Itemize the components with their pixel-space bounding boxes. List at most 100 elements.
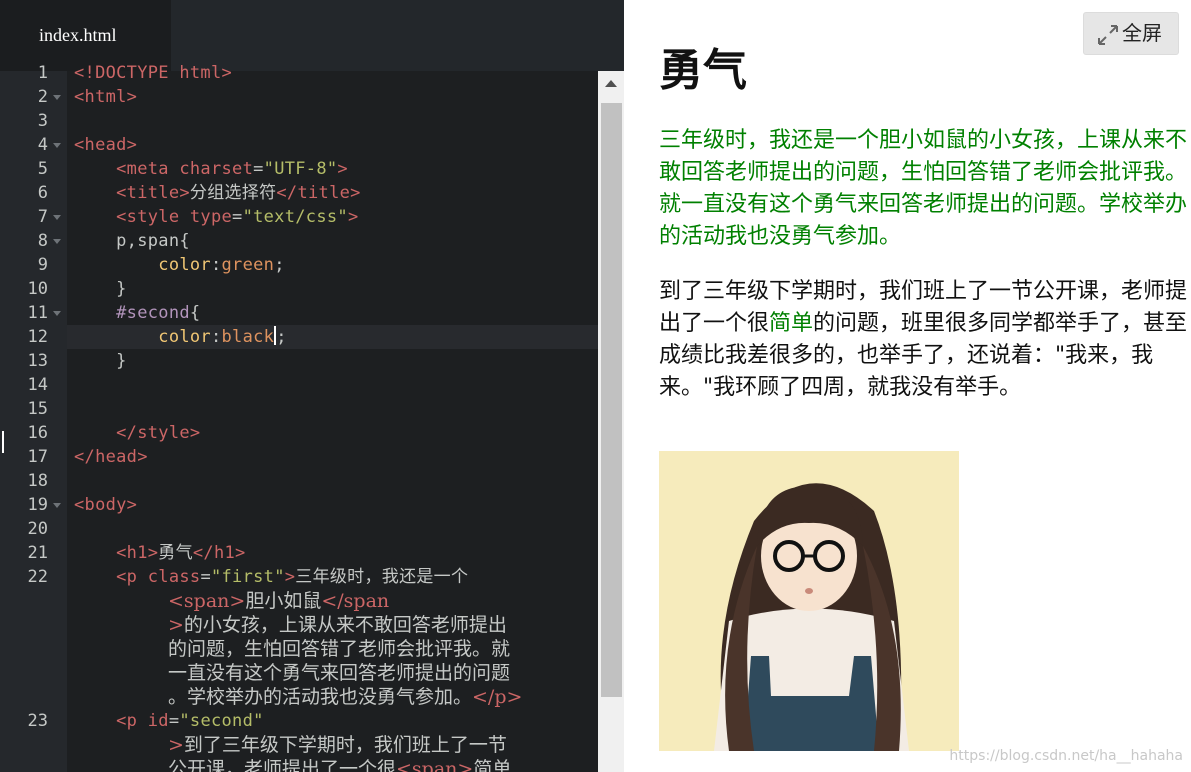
- code-token: color: [158, 255, 211, 275]
- code-token: <meta: [116, 159, 180, 179]
- line-number: 16: [27, 423, 48, 443]
- code-token: </head>: [74, 447, 148, 467]
- code-token: >: [168, 614, 184, 636]
- code-token: </title>: [276, 183, 361, 203]
- fold-arrow-icon[interactable]: [53, 95, 61, 100]
- code-token: "UTF-8": [263, 159, 338, 179]
- code-line[interactable]: 7 <style type="text/css">: [0, 205, 598, 229]
- code-token: "second": [179, 711, 264, 731]
- code-line[interactable]: 5 <meta charset="UTF-8">: [0, 157, 598, 181]
- code-line[interactable]: 13 }: [0, 349, 598, 373]
- fullscreen-button[interactable]: 全屏: [1083, 12, 1179, 55]
- code-token: {: [189, 303, 201, 323]
- line-number: 12: [27, 327, 48, 347]
- fold-arrow-icon[interactable]: [53, 311, 61, 316]
- code-token: <!DOCTYPE html>: [74, 63, 233, 83]
- code-text: 。学校举办的活动我也没勇气参加。</p>: [168, 685, 522, 709]
- fold-arrow-icon[interactable]: [53, 143, 61, 148]
- code-editor[interactable]: index.html 1 <!DOCTYPE html> 2 <html> 3 4 <hea…: [0, 0, 624, 772]
- code-line[interactable]: 8 p,span{: [0, 229, 598, 253]
- code-line[interactable]: 19 <body>: [0, 493, 598, 517]
- code-line[interactable]: 18: [0, 469, 598, 493]
- code-token: <span>: [396, 758, 474, 772]
- code-text: color:green;: [74, 253, 285, 277]
- code-line[interactable]: 10 }: [0, 277, 598, 301]
- code-token: >: [337, 159, 348, 179]
- code-token: :: [210, 327, 222, 347]
- code-line[interactable]: 9 color:green;: [0, 253, 598, 277]
- code-line[interactable]: 2 <html>: [0, 85, 598, 109]
- code-line[interactable]: 4 <head>: [0, 133, 598, 157]
- scroll-up-arrow-icon[interactable]: [605, 80, 617, 87]
- code-line[interactable]: 14: [0, 373, 598, 397]
- code-line[interactable]: 的问题，生怕回答错了老师会批评我。就: [0, 637, 598, 661]
- code-line[interactable]: 12 color:black;: [0, 325, 598, 349]
- code-line[interactable]: 15: [0, 397, 598, 421]
- code-line[interactable]: 21 <h1>勇气</h1>: [0, 541, 598, 565]
- code-token: =: [200, 567, 211, 587]
- code-token: 的小女孩，上课从来不敢回答老师提出: [183, 614, 507, 636]
- code-token: <head>: [74, 135, 138, 155]
- fullscreen-label: 全屏: [1122, 21, 1162, 45]
- code-token: </span: [321, 590, 390, 612]
- line-number: 20: [27, 519, 48, 539]
- code-line[interactable]: 6 <title>分组选择符</title>: [0, 181, 598, 205]
- code-area[interactable]: 1 <!DOCTYPE html> 2 <html> 3 4 <head> 5 <meta c…: [0, 61, 598, 772]
- code-token: black: [221, 327, 275, 347]
- code-line[interactable]: 22 <p class="first">三年级时，我还是一个: [0, 565, 598, 589]
- editor-scrollbar[interactable]: [598, 71, 624, 772]
- watermark-text: https://blog.csdn.net/ha__hahaha: [949, 748, 1183, 764]
- code-text: <!DOCTYPE html>: [74, 61, 232, 85]
- code-text: 一直没有这个勇气来回答老师提出的问题: [168, 661, 510, 685]
- fold-arrow-icon[interactable]: [53, 503, 61, 508]
- code-token: "first": [210, 567, 285, 587]
- fold-arrow-icon[interactable]: [53, 215, 61, 220]
- code-token: class: [147, 567, 201, 587]
- code-token: <span>: [168, 590, 246, 612]
- code-token: 勇气: [158, 543, 193, 563]
- code-token: :: [210, 255, 222, 275]
- code-line[interactable]: <span>胆小如鼠</span: [0, 589, 598, 613]
- fold-arrow-icon[interactable]: [53, 239, 61, 244]
- code-token: <html>: [74, 87, 138, 107]
- code-line[interactable]: 3: [0, 109, 598, 133]
- code-token: 三年级时，我还是一个: [295, 567, 469, 587]
- code-token: =: [253, 159, 264, 179]
- code-token: color: [158, 327, 211, 347]
- code-line[interactable]: 16 </style>: [0, 421, 598, 445]
- code-token: <h1>: [116, 543, 159, 563]
- code-line[interactable]: >的小女孩，上课从来不敢回答老师提出: [0, 613, 598, 637]
- code-line[interactable]: 11 #second{: [0, 301, 598, 325]
- code-text: <title>分组选择符</title>: [74, 181, 361, 205]
- code-text: >的小女孩，上课从来不敢回答老师提出: [168, 613, 507, 637]
- code-text: color:black;: [74, 325, 287, 349]
- code-line[interactable]: >到了三年级下学期时，我们班上了一节: [0, 733, 598, 757]
- code-token: id: [147, 711, 169, 731]
- code-text: <meta charset="UTF-8">: [74, 157, 348, 181]
- code-token: type: [189, 207, 233, 227]
- code-text: <style type="text/css">: [74, 205, 358, 229]
- code-line[interactable]: 20: [0, 517, 598, 541]
- line-number: 2: [37, 87, 48, 107]
- scrollbar-thumb[interactable]: [601, 103, 622, 697]
- code-token: 简单: [473, 758, 512, 772]
- code-text: <body>: [74, 493, 137, 517]
- code-line[interactable]: 一直没有这个勇气来回答老师提出的问题: [0, 661, 598, 685]
- code-line[interactable]: 公开课，老师提出了一个很<span>简单: [0, 757, 598, 772]
- code-line[interactable]: 17 </head>: [0, 445, 598, 469]
- code-line[interactable]: 23 <p id="second": [0, 709, 598, 733]
- line-number: 5: [37, 159, 48, 179]
- code-token: </h1>: [192, 543, 246, 563]
- line-number: 23: [27, 711, 48, 731]
- code-line[interactable]: 。学校举办的活动我也没勇气参加。</p>: [0, 685, 598, 709]
- code-line[interactable]: 1 <!DOCTYPE html>: [0, 61, 598, 85]
- line-number: 4: [37, 135, 48, 155]
- code-text: <html>: [74, 85, 137, 109]
- line-number: 11: [27, 303, 48, 323]
- code-text: </style>: [74, 421, 200, 445]
- line-number: 8: [37, 231, 48, 251]
